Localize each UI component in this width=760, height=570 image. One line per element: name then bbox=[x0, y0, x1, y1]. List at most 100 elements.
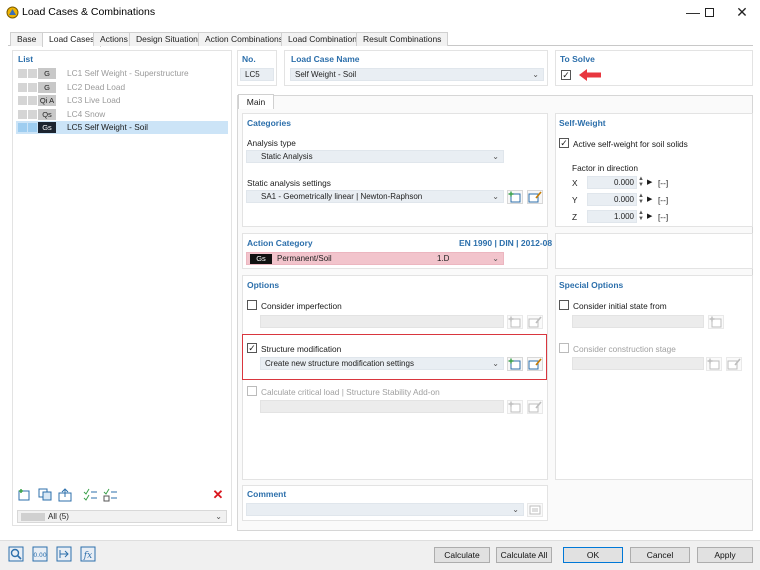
edit-settings-button[interactable] bbox=[527, 190, 543, 204]
tab-result-combinations[interactable]: Result Combinations bbox=[356, 32, 449, 46]
comment-select[interactable]: ⌄ bbox=[246, 503, 524, 516]
lc-name: Live Load bbox=[84, 95, 121, 105]
new-icon bbox=[508, 401, 521, 413]
factor-z-spinner[interactable]: ▲ ▼ bbox=[638, 210, 646, 223]
comment-library-button[interactable] bbox=[527, 503, 543, 517]
number-label: No. bbox=[242, 54, 256, 64]
imperfection-select[interactable] bbox=[260, 315, 504, 328]
list-item[interactable]: Qs LC4 Snow bbox=[16, 108, 228, 121]
uncheck-all-icon[interactable] bbox=[103, 488, 119, 502]
factor-z-menu-icon[interactable]: ▶ bbox=[647, 210, 654, 223]
structure-modification-checkbox[interactable]: ✓ bbox=[247, 343, 257, 353]
action-code: G bbox=[38, 68, 56, 79]
critical-load-select[interactable] bbox=[260, 400, 504, 413]
initial-state-select[interactable] bbox=[572, 315, 704, 328]
list-item-selected[interactable]: Gs LC5 Self Weight - Soil bbox=[16, 121, 228, 134]
new-icon bbox=[707, 358, 720, 370]
tab-base[interactable]: Base bbox=[10, 32, 44, 46]
new-settings-button[interactable] bbox=[507, 190, 523, 204]
new-item-icon[interactable] bbox=[17, 488, 33, 502]
factor-z-input[interactable]: 1.000 bbox=[587, 210, 637, 223]
maximize-button[interactable] bbox=[693, 0, 725, 26]
formula-icon[interactable]: fx bbox=[80, 546, 96, 562]
color-swatch bbox=[28, 69, 37, 78]
export-icon[interactable] bbox=[58, 488, 74, 502]
self-weight-checkbox[interactable]: ✓ bbox=[559, 138, 569, 148]
edit-stage-button[interactable] bbox=[726, 357, 742, 371]
factor-y-spinner[interactable]: ▲ ▼ bbox=[638, 193, 646, 206]
list-item[interactable]: G LC1 Self Weight - Superstructure bbox=[16, 67, 228, 80]
tab-main[interactable]: Main bbox=[238, 94, 274, 109]
list-item[interactable]: G LC2 Dead Load bbox=[16, 81, 228, 94]
list-item[interactable]: Qi A LC3 Live Load bbox=[16, 94, 228, 107]
structure-modification-select[interactable]: Create new structure modification settin… bbox=[260, 357, 504, 370]
new-settings-icon bbox=[508, 191, 521, 203]
new-modification-button[interactable] bbox=[507, 357, 523, 371]
load-case-name-select[interactable]: Self Weight - Soil ⌄ bbox=[290, 68, 544, 81]
number-field[interactable]: LC5 bbox=[240, 68, 274, 81]
lc-number: LC5 bbox=[67, 122, 83, 132]
list-title: List bbox=[18, 54, 34, 64]
lc-name: Dead Load bbox=[84, 82, 126, 92]
action-category-select[interactable]: Gs Permanent/Soil 1.D ⌄ bbox=[246, 252, 504, 265]
edit-settings-icon bbox=[528, 191, 542, 203]
new-icon bbox=[508, 316, 521, 328]
list-filter-select[interactable]: All (5) ⌄ bbox=[17, 510, 227, 523]
table-icon[interactable] bbox=[56, 546, 72, 562]
categories-panel bbox=[242, 113, 548, 227]
tab-action-combinations[interactable]: Action Combinations bbox=[198, 32, 290, 46]
initial-state-button[interactable] bbox=[708, 315, 724, 329]
apply-button[interactable]: Apply bbox=[697, 547, 753, 563]
construction-stage-select[interactable] bbox=[572, 357, 704, 370]
new-critical-button[interactable] bbox=[507, 400, 523, 414]
factor-z-unit: [--] bbox=[658, 212, 669, 222]
new-icon bbox=[508, 358, 521, 370]
construction-stage-checkbox[interactable] bbox=[559, 343, 569, 353]
action-category-factor: 1.D bbox=[437, 254, 450, 263]
factor-y-input[interactable]: 0.000 bbox=[587, 193, 637, 206]
color-swatch bbox=[18, 83, 27, 92]
critical-load-checkbox[interactable] bbox=[247, 386, 257, 396]
delete-icon[interactable]: ✕ bbox=[211, 488, 225, 502]
special-options-title: Special Options bbox=[559, 280, 624, 290]
chevron-down-icon: ⌄ bbox=[492, 192, 499, 201]
factor-y-menu-icon[interactable]: ▶ bbox=[647, 193, 654, 206]
initial-state-checkbox[interactable] bbox=[559, 300, 569, 310]
to-solve-label: To Solve bbox=[560, 54, 595, 64]
svg-text:fx: fx bbox=[83, 551, 92, 561]
structure-modification-value: Create new structure modification settin… bbox=[265, 359, 414, 368]
lc-name: Self Weight - Superstructure bbox=[84, 68, 189, 78]
self-weight-title: Self-Weight bbox=[559, 118, 606, 128]
edit-critical-button[interactable] bbox=[527, 400, 543, 414]
arrow-left-icon bbox=[579, 69, 601, 81]
empty-panel bbox=[555, 233, 753, 269]
maximize-icon bbox=[704, 8, 714, 17]
units-icon[interactable]: 0.00 bbox=[32, 546, 48, 562]
copy-icon[interactable] bbox=[38, 488, 54, 502]
lc-name: Snow bbox=[84, 109, 106, 119]
lc-number: LC2 bbox=[67, 82, 83, 92]
new-stage-button[interactable] bbox=[706, 357, 722, 371]
factor-x-input[interactable]: 0.000 bbox=[587, 176, 637, 189]
edit-imperfection-button[interactable] bbox=[527, 315, 543, 329]
edit-modification-button[interactable] bbox=[527, 357, 543, 371]
close-icon[interactable]: ✕ bbox=[726, 0, 758, 26]
structure-modification-label: Structure modification bbox=[261, 344, 342, 354]
edit-icon bbox=[727, 358, 741, 370]
analysis-type-select[interactable]: Static Analysis ⌄ bbox=[246, 150, 504, 163]
static-settings-select[interactable]: SA1 - Geometrically linear | Newton-Raph… bbox=[246, 190, 504, 203]
cancel-button[interactable]: Cancel bbox=[630, 547, 690, 563]
help-icon[interactable] bbox=[8, 546, 24, 562]
calculate-button[interactable]: Calculate bbox=[434, 547, 490, 563]
imperfection-checkbox[interactable] bbox=[247, 300, 257, 310]
initial-state-label: Consider initial state from bbox=[573, 301, 667, 311]
to-solve-checkbox[interactable]: ✓ bbox=[561, 70, 571, 80]
calculate-all-button[interactable]: Calculate All bbox=[496, 547, 552, 563]
new-imperfection-button[interactable] bbox=[507, 315, 523, 329]
lc-number: LC4 bbox=[67, 109, 83, 119]
factor-x-spinner[interactable]: ▲ ▼ bbox=[638, 176, 646, 189]
factor-x-menu-icon[interactable]: ▶ bbox=[647, 176, 654, 189]
check-all-icon[interactable] bbox=[83, 488, 99, 502]
list-item-label: LC4 Snow bbox=[67, 109, 105, 119]
ok-button[interactable]: OK bbox=[563, 547, 623, 563]
